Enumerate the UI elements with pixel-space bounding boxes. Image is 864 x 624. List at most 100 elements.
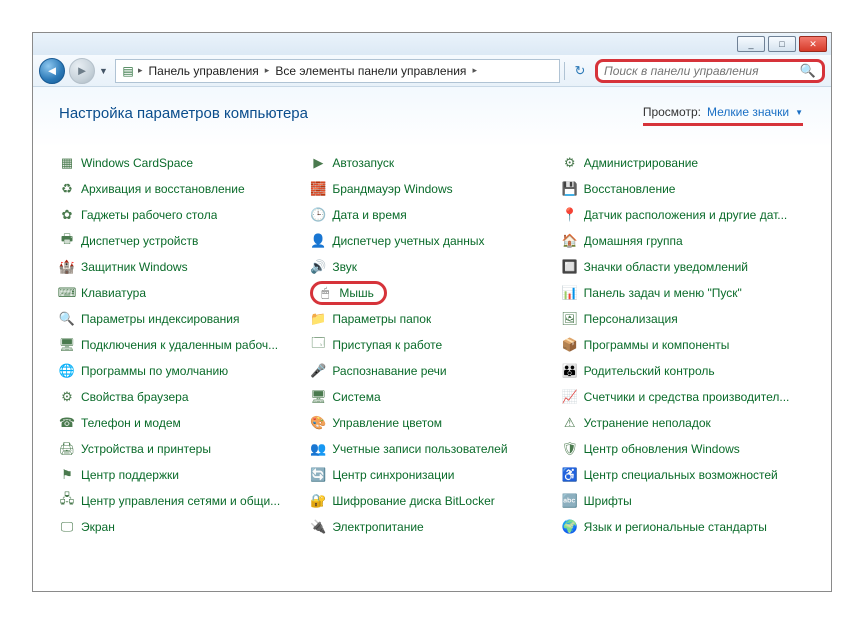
control-panel-item[interactable]: 🔍Параметры индексирования xyxy=(55,306,306,332)
item-label: Диспетчер устройств xyxy=(81,234,198,248)
control-panel-item[interactable]: 💾Восстановление xyxy=(558,176,809,202)
item-label: Распознавание речи xyxy=(332,364,446,378)
control-panel-item[interactable]: 🌐Программы по умолчанию xyxy=(55,358,306,384)
chevron-right-icon: ▸ xyxy=(472,65,477,76)
control-panel-item[interactable]: ⚙Свойства браузера xyxy=(55,384,306,410)
breadcrumb-segment[interactable]: Панель управления xyxy=(145,64,263,78)
item-icon: 🖼 xyxy=(562,311,578,327)
item-icon: 🔐 xyxy=(310,493,326,509)
control-panel-item[interactable]: ▶ Автозапуск xyxy=(306,150,557,176)
control-panel-item[interactable]: ♻Архивация и восстановление xyxy=(55,176,306,202)
column: ▦ Windows CardSpace ♻Архивация и восстанов… xyxy=(55,150,306,540)
control-panel-item[interactable]: ☎Телефон и модем xyxy=(55,410,306,436)
item-label: Архивация и восстановление xyxy=(81,182,245,196)
highlighted-item[interactable]: 🖱Мышь xyxy=(310,281,387,305)
item-label: Центр обновления Windows xyxy=(584,442,740,456)
control-panel-item[interactable]: 🖵Экран xyxy=(55,514,306,540)
control-panel-item[interactable]: 🏰Защитник Windows xyxy=(55,254,306,280)
control-panel-item[interactable]: 🔐Шифрование диска BitLocker xyxy=(306,488,557,514)
item-icon: ✿ xyxy=(59,207,75,223)
item-icon: ⚠ xyxy=(562,415,578,431)
control-panel-icon: ▤ xyxy=(120,63,136,79)
item-label: Автозапуск xyxy=(332,156,394,170)
control-panel-item[interactable]: 🖱Мышь xyxy=(306,280,557,306)
item-icon: 📁 xyxy=(310,311,326,327)
control-panel-item[interactable]: 📁Параметры папок xyxy=(306,306,557,332)
control-panel-item[interactable]: 🏠Домашняя группа xyxy=(558,228,809,254)
nav-back-button[interactable]: ◄ xyxy=(39,58,65,84)
item-icon: 👥 xyxy=(310,441,326,457)
control-panel-item[interactable]: 🖥Подключения к удаленным рабоч... xyxy=(55,332,306,358)
item-icon: ▶ xyxy=(310,155,326,171)
item-label: Родительский контроль xyxy=(584,364,715,378)
nav-history-dropdown[interactable]: ▼ xyxy=(99,66,111,76)
chevron-right-icon: ▸ xyxy=(138,65,143,76)
control-panel-item[interactable]: ⚑Центр поддержки xyxy=(55,462,306,488)
control-panel-item[interactable]: 🔲Значки области уведомлений xyxy=(558,254,809,280)
control-panel-item[interactable]: ♿Центр специальных возможностей xyxy=(558,462,809,488)
search-icon[interactable]: 🔍 xyxy=(800,63,816,79)
nav-forward-button[interactable]: ► xyxy=(69,58,95,84)
control-panel-item[interactable]: 🕒Дата и время xyxy=(306,202,557,228)
item-icon: 🛡 xyxy=(562,441,578,457)
item-icon: 🗔 xyxy=(310,337,326,353)
control-panel-item[interactable]: 🔌Электропитание xyxy=(306,514,557,540)
item-label: Мышь xyxy=(339,286,374,300)
item-icon: 🔲 xyxy=(562,259,578,275)
item-icon: 📦 xyxy=(562,337,578,353)
control-panel-item[interactable]: 🔊Звук xyxy=(306,254,557,280)
item-icon: ▦ xyxy=(59,155,75,171)
item-label: Windows CardSpace xyxy=(81,156,193,170)
breadcrumb-segment[interactable]: Все элементы панели управления xyxy=(271,64,470,78)
control-panel-item[interactable]: ✿Гаджеты рабочего стола xyxy=(55,202,306,228)
column: ⚙ Администрирование 💾Восстановление📍Датчик… xyxy=(558,150,809,540)
control-panel-item[interactable]: 🖶Диспетчер устройств xyxy=(55,228,306,254)
control-panel-item[interactable]: ⚙ Администрирование xyxy=(558,150,809,176)
control-panel-item[interactable]: ▦ Windows CardSpace xyxy=(55,150,306,176)
control-panel-item[interactable]: 🖼 Персонализация xyxy=(558,306,809,332)
control-panel-item[interactable]: 👤Диспетчер учетных данных xyxy=(306,228,557,254)
view-value[interactable]: Мелкие значки xyxy=(707,105,789,119)
control-panel-item[interactable]: 👥 Учетные записи пользователей xyxy=(306,436,557,462)
control-panel-item[interactable]: 🔄Центр синхронизации xyxy=(306,462,557,488)
item-label: Домашняя группа xyxy=(584,234,683,248)
control-panel-item[interactable]: 📍Датчик расположения и другие дат... xyxy=(558,202,809,228)
item-icon: 🖧 xyxy=(59,493,75,509)
item-icon: 🧱 xyxy=(310,181,326,197)
page-title: Настройка параметров компьютера xyxy=(59,105,308,122)
item-label: Учетные записи пользователей xyxy=(332,442,507,456)
control-panel-item[interactable]: 🛡 Центр обновления Windows xyxy=(558,436,809,462)
control-panel-item[interactable]: ⚠Устранение неполадок xyxy=(558,410,809,436)
control-panel-item[interactable]: 🗔Приступая к работе xyxy=(306,332,557,358)
item-label: Дата и время xyxy=(332,208,406,222)
control-panel-item[interactable]: 🎨Управление цветом xyxy=(306,410,557,436)
search-input[interactable] xyxy=(604,64,800,78)
refresh-button[interactable]: ↻ xyxy=(569,60,591,82)
item-label: Персонализация xyxy=(584,312,678,326)
close-button[interactable]: ✕ xyxy=(799,36,827,52)
item-icon: ⌨ xyxy=(59,285,75,301)
control-panel-item[interactable]: 🖧Центр управления сетями и общи... xyxy=(55,488,306,514)
item-icon: 👤 xyxy=(310,233,326,249)
item-icon: ⚙ xyxy=(562,155,578,171)
search-box[interactable]: 🔍 xyxy=(595,59,825,83)
control-panel-item[interactable]: 📊Панель задач и меню "Пуск" xyxy=(558,280,809,306)
control-panel-item[interactable]: 🖥Система xyxy=(306,384,557,410)
item-icon: 🎨 xyxy=(310,415,326,431)
view-selector[interactable]: Просмотр: Мелкие значки ▼ xyxy=(643,105,803,126)
breadcrumb[interactable]: ▤ ▸ Панель управления ▸ Все элементы пан… xyxy=(115,59,560,83)
control-panel-item[interactable]: 📈Счетчики и средства производител... xyxy=(558,384,809,410)
control-panel-item[interactable]: 🌍Язык и региональные стандарты xyxy=(558,514,809,540)
item-label: Брандмауэр Windows xyxy=(332,182,452,196)
control-panel-item[interactable]: 🖨Устройства и принтеры xyxy=(55,436,306,462)
item-label: Счетчики и средства производител... xyxy=(584,390,790,404)
item-label: Администрирование xyxy=(584,156,698,170)
control-panel-item[interactable]: 🧱 Брандмауэр Windows xyxy=(306,176,557,202)
control-panel-item[interactable]: 👪Родительский контроль xyxy=(558,358,809,384)
control-panel-item[interactable]: 📦Программы и компоненты xyxy=(558,332,809,358)
control-panel-item[interactable]: 🎤Распознавание речи xyxy=(306,358,557,384)
control-panel-item[interactable]: 🔤Шрифты xyxy=(558,488,809,514)
maximize-button[interactable]: □ xyxy=(768,36,796,52)
minimize-button[interactable]: _ xyxy=(737,36,765,52)
control-panel-item[interactable]: ⌨Клавиатура xyxy=(55,280,306,306)
